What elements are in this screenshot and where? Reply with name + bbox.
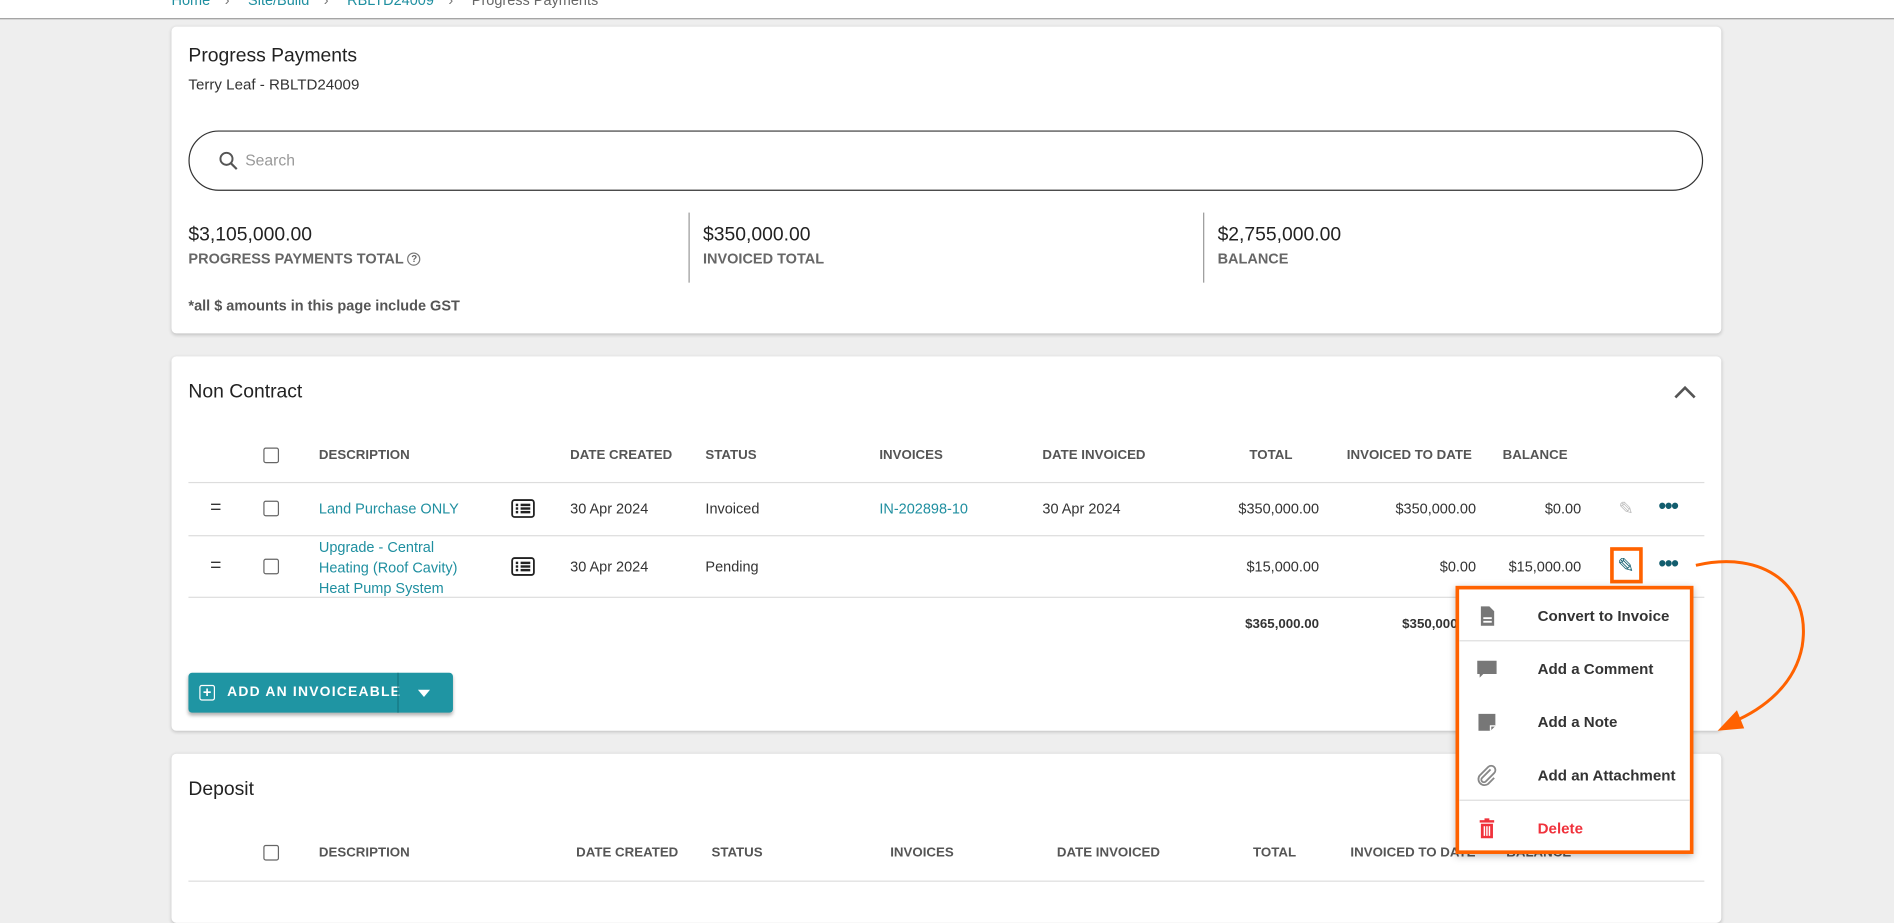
- col-date-created: DATE CREATED: [570, 448, 673, 463]
- col-status: STATUS: [711, 845, 763, 861]
- summary-balance-value: $2,755,000.00: [1217, 224, 1342, 246]
- paperclip-icon: [1477, 764, 1497, 787]
- summary-total-label: PROGRESS PAYMENTS TOTAL ?: [188, 250, 421, 267]
- drag-handle-icon[interactable]: =: [210, 556, 221, 578]
- col-balance: BALANCE: [1502, 448, 1568, 463]
- row-description[interactable]: Land Purchase ONLY: [319, 500, 459, 517]
- caret-down-icon[interactable]: [417, 689, 431, 697]
- summary-invoiced-label: INVOICED TOTAL: [702, 250, 825, 267]
- list-icon[interactable]: [511, 557, 535, 576]
- annotation-arrow: [1695, 560, 1805, 731]
- menu-delete[interactable]: Delete: [1459, 804, 1690, 852]
- context-menu: Convert to Invoice Add a Comment Add a N…: [1455, 585, 1694, 854]
- col-total: TOTAL: [1249, 448, 1293, 463]
- breadcrumb: Home › Site/Build › RBLTD24009 › Progress P…: [172, 0, 599, 8]
- add-invoiceable-button[interactable]: + ADD AN INVOICEABLE: [188, 672, 453, 713]
- select-all-checkbox[interactable]: [263, 844, 280, 861]
- search-input[interactable]: Search: [188, 130, 1704, 191]
- row-description[interactable]: Upgrade - Central Heating (Roof Cavity) …: [319, 538, 488, 600]
- row-checkbox[interactable]: [263, 558, 280, 575]
- row-status: Pending: [705, 558, 759, 575]
- menu-add-comment[interactable]: Add a Comment: [1459, 645, 1690, 693]
- col-date-invoiced: DATE INVOICED: [1056, 845, 1161, 861]
- row-balance: $0.00: [1544, 500, 1582, 517]
- col-total: TOTAL: [1253, 845, 1297, 861]
- drag-handle-icon[interactable]: =: [210, 498, 221, 520]
- menu-add-note[interactable]: Add a Note: [1459, 698, 1690, 746]
- col-description: DESCRIPTION: [318, 448, 410, 463]
- comment-icon: [1477, 660, 1497, 678]
- col-date-invoiced: DATE INVOICED: [1042, 448, 1146, 463]
- row-total: $15,000.00: [1246, 558, 1320, 575]
- row-date-created: 30 Apr 2024: [570, 558, 649, 575]
- more-options-icon[interactable]: •••: [1658, 493, 1678, 518]
- total-sum: $365,000.00: [1245, 617, 1320, 632]
- document-icon: [1480, 606, 1495, 626]
- search-icon: [219, 151, 238, 170]
- add-invoiceable-label: ADD AN INVOICEABLE: [227, 684, 402, 700]
- col-description: DESCRIPTION: [318, 845, 410, 861]
- trash-icon: [1479, 818, 1495, 839]
- pencil-icon[interactable]: ✎: [1617, 554, 1634, 578]
- note-icon: [1478, 713, 1496, 731]
- row-invoiced-to-date: $0.00: [1439, 558, 1477, 575]
- divider: [688, 212, 690, 283]
- plus-box-icon: +: [199, 684, 216, 701]
- select-all-checkbox[interactable]: [263, 447, 280, 464]
- page-title: Progress Payments: [188, 45, 358, 67]
- breadcrumb-job[interactable]: RBLTD24009: [347, 0, 434, 8]
- breadcrumb-current: Progress Payments: [471, 0, 599, 9]
- section-title: Deposit: [188, 779, 254, 800]
- menu-convert-to-invoice[interactable]: Convert to Invoice: [1459, 592, 1690, 640]
- gst-note: *all $ amounts in this page include GST: [188, 297, 460, 315]
- divider: [1203, 212, 1205, 283]
- search-placeholder: Search: [245, 150, 295, 170]
- col-invoices: INVOICES: [890, 845, 954, 861]
- summary-invoiced-value: $350,000.00: [702, 224, 811, 246]
- col-invoices: INVOICES: [879, 448, 943, 463]
- more-options-icon[interactable]: •••: [1658, 551, 1678, 576]
- row-date-created: 30 Apr 2024: [570, 500, 649, 517]
- col-invoiced-to-date: INVOICED TO DATE: [1346, 448, 1472, 463]
- summary-balance-label: BALANCE: [1217, 250, 1289, 267]
- row-checkbox[interactable]: [263, 500, 280, 517]
- page-subtitle: Terry Leaf - RBLTD24009: [188, 76, 360, 94]
- help-icon[interactable]: ?: [407, 252, 421, 267]
- breadcrumb-home[interactable]: Home: [172, 0, 211, 8]
- row-invoiced-to-date: $350,000.00: [1395, 500, 1477, 517]
- breadcrumb-site-build[interactable]: Site/Build: [248, 0, 309, 8]
- col-status: STATUS: [705, 448, 757, 463]
- row-invoice-link[interactable]: IN-202898-10: [879, 500, 968, 517]
- row-total: $350,000.00: [1238, 500, 1320, 517]
- row-balance: $15,000.00: [1508, 558, 1582, 575]
- row-status: Invoiced: [705, 500, 760, 517]
- row-date-invoiced: 30 Apr 2024: [1042, 500, 1121, 517]
- summary-total-value: $3,105,000.00: [188, 224, 313, 246]
- col-date-created: DATE CREATED: [576, 845, 679, 861]
- list-icon[interactable]: [511, 499, 535, 518]
- summary-card: Progress Payments Terry Leaf - RBLTD2400…: [171, 26, 1722, 334]
- menu-add-attachment[interactable]: Add an Attachment: [1459, 751, 1690, 799]
- pencil-icon[interactable]: ✎: [1619, 498, 1634, 520]
